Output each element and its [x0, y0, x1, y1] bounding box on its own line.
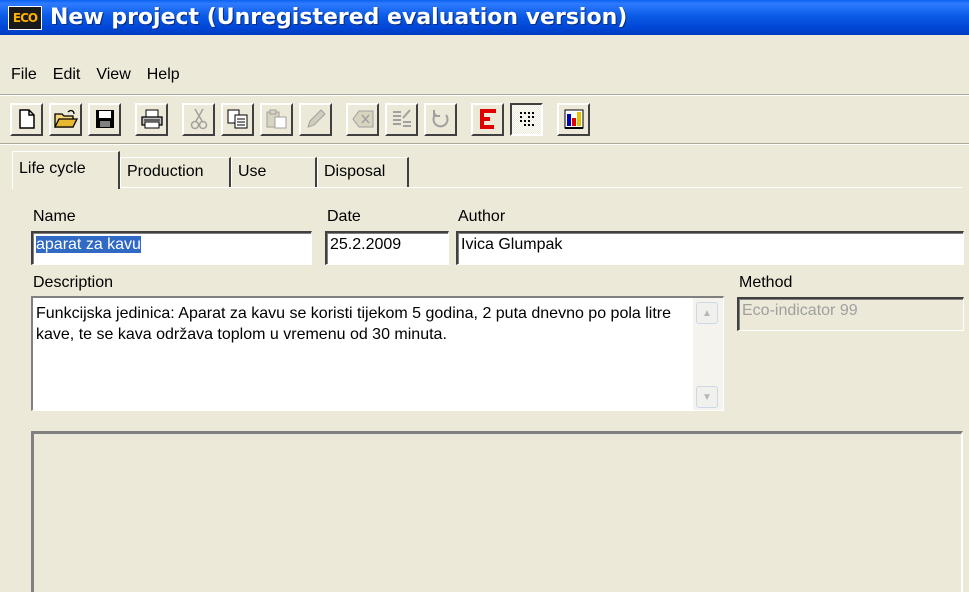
cut-icon [190, 108, 207, 130]
author-field[interactable]: Ivica Glumpak [456, 231, 964, 265]
delete-icon [351, 110, 373, 128]
undo-button[interactable] [424, 102, 457, 136]
description-text: Funkcijska jedinica: Aparat za kavu se k… [36, 305, 672, 343]
description-label: Description [33, 274, 114, 291]
delete-button[interactable] [346, 102, 379, 136]
app-window: ECO New project (Unregistered evaluation… [0, 0, 969, 592]
paste-icon [266, 109, 286, 129]
print-icon [140, 109, 163, 129]
cut-button[interactable] [182, 102, 215, 136]
sort-icon [392, 109, 411, 127]
description-textarea[interactable]: Funkcijska jedinica: Aparat za kavu se k… [31, 296, 724, 411]
copy-button[interactable] [221, 102, 254, 136]
name-field[interactable]: aparat za kavu [31, 231, 312, 265]
grid-view-button[interactable] [510, 102, 543, 136]
save-button[interactable] [88, 102, 121, 136]
scroll-up-icon[interactable]: ▲ [696, 302, 718, 324]
menu-edit[interactable]: Edit [45, 66, 89, 84]
copy-icon [227, 109, 247, 129]
new-document-icon [18, 109, 35, 129]
author-label: Author [458, 208, 506, 225]
grid-view-icon [519, 112, 534, 126]
date-field[interactable]: 25.2.2009 [325, 231, 449, 265]
paste-button[interactable] [260, 102, 293, 136]
title-bar[interactable]: ECO New project (Unregistered evaluation… [0, 0, 969, 35]
method-label: Method [739, 274, 793, 291]
tab-disposal[interactable]: Disposal [317, 157, 409, 187]
open-button[interactable] [49, 102, 82, 136]
description-scrollbar[interactable]: ▲ ▼ [693, 298, 723, 410]
menu-file[interactable]: File [0, 66, 45, 84]
app-logo-icon: ECO [8, 5, 42, 30]
edit-pencil-icon [306, 109, 326, 128]
new-button[interactable] [10, 102, 43, 136]
menu-view[interactable]: View [88, 66, 138, 84]
undo-icon [432, 110, 449, 128]
name-label: Name [33, 208, 76, 225]
method-field: Eco-indicator 99 [737, 297, 964, 331]
toolbar-separator [0, 143, 969, 145]
menu-separator [0, 94, 969, 96]
edit-button[interactable] [299, 102, 332, 136]
results-button[interactable] [471, 102, 504, 136]
open-folder-icon [53, 109, 78, 128]
tab-life-cycle[interactable]: Life cycle [12, 151, 120, 189]
tab-panel-border [12, 187, 962, 188]
date-label: Date [327, 208, 361, 225]
menu-bar: File Edit View Help [0, 63, 188, 87]
sort-button[interactable] [385, 102, 418, 136]
menu-help[interactable]: Help [139, 66, 188, 84]
results-bar-icon [479, 109, 496, 129]
chart-icon [564, 109, 583, 129]
scroll-down-icon[interactable]: ▼ [696, 386, 718, 408]
content-panel [31, 431, 963, 592]
name-value: aparat za kavu [36, 236, 141, 253]
tab-production[interactable]: Production [120, 157, 231, 187]
print-button[interactable] [135, 102, 168, 136]
tab-use[interactable]: Use [231, 157, 317, 187]
save-disk-icon [95, 110, 114, 128]
toolbar [10, 100, 596, 138]
chart-button[interactable] [557, 102, 590, 136]
window-title: New project (Unregistered evaluation ver… [50, 5, 628, 30]
